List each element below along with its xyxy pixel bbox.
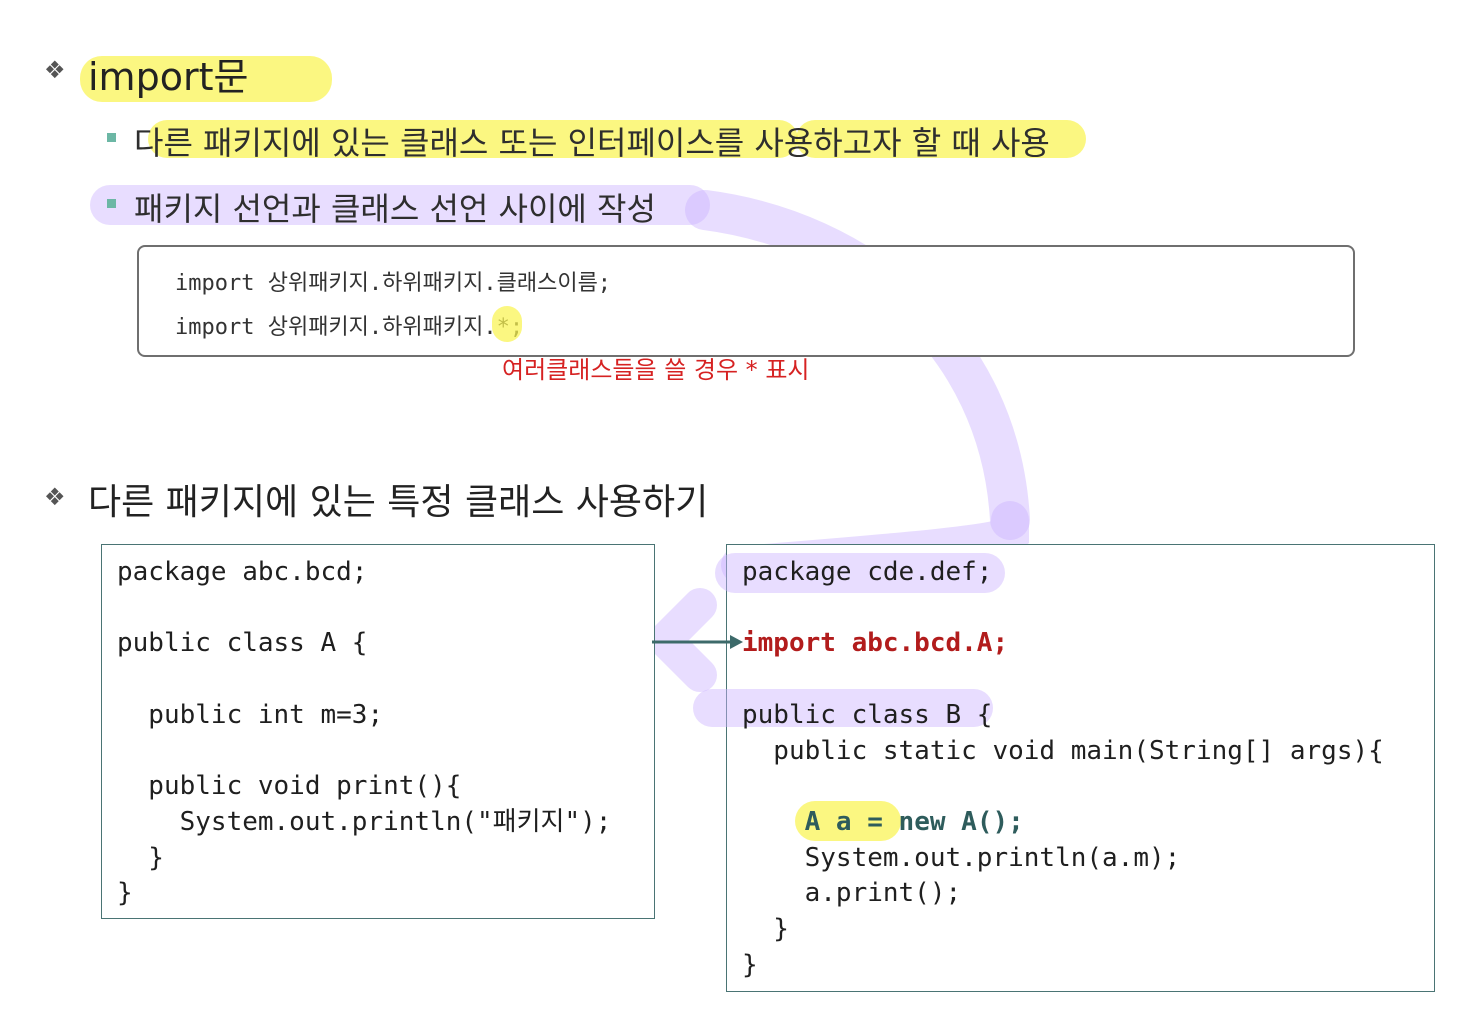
code-line: } [742, 949, 758, 980]
code-line: System.out.println(a.m); [742, 842, 1181, 873]
code-line: } [117, 878, 133, 909]
code-line: package cde.def; [742, 557, 993, 587]
code-line: public void print(){ [117, 771, 462, 802]
class-b-code-box: package cde.def; import abc.bcd.A; publi… [693, 544, 1435, 992]
square-bullet-icon [107, 133, 116, 142]
section1-title: import문 [88, 55, 249, 99]
section2-title: 다른 패키지에 있는 특정 클래스 사용하기 [88, 482, 709, 523]
code-line: a.print(); [742, 878, 962, 909]
class-a-code-box: package abc.bcd; public class A { public… [101, 544, 655, 919]
code-line: } [117, 842, 164, 873]
code-line: } [742, 914, 789, 945]
section1-item-2: 패키지 선언과 클래스 선언 사이에 작성 [134, 190, 656, 228]
object-creation: new A(); [898, 806, 1024, 837]
import-syntax-line-2: import 상위패키지.하위패키지.*; [175, 315, 524, 340]
diamond-bullet-icon: ❖ [44, 56, 66, 84]
object-declaration: A a = [742, 806, 899, 837]
square-bullet-icon [107, 199, 116, 208]
code-line: public class A { [117, 628, 368, 659]
code-line: System.out.println("패키지"); [117, 806, 612, 837]
code-line: public int m=3; [117, 699, 384, 730]
import-syntax-line-1: import 상위패키지.하위패키지.클래스이름; [175, 271, 612, 296]
arrow-right-icon [652, 635, 743, 649]
section1-item-1: 다른 패키지에 있는 클래스 또는 인터페이스를 사용하고자 할 때 사용 [134, 124, 1050, 162]
code-line: package abc.bcd; [117, 557, 368, 587]
wildcard-note: 여러클래스들을 쓸 경우 * 표시 [502, 356, 810, 384]
code-line: public static void main(String[] args){ [742, 735, 1384, 766]
diamond-bullet-icon: ❖ [44, 483, 66, 511]
import-syntax-box: import 상위패키지.하위패키지.클래스이름; import 상위패키지.하… [137, 245, 1355, 357]
code-line: public class B { [742, 699, 993, 730]
import-statement: import abc.bcd.A; [742, 628, 1009, 659]
